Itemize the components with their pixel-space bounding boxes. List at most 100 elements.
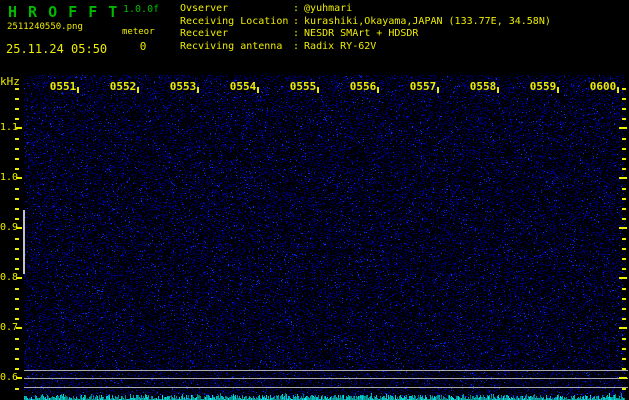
tick-mark	[15, 298, 19, 300]
tick-mark	[617, 87, 619, 93]
tick-mark	[15, 358, 19, 360]
tick-mark	[619, 177, 627, 179]
tick-mark	[137, 87, 139, 93]
tick-mark	[15, 238, 19, 240]
time-tick-label: 0552	[109, 80, 137, 93]
freq-major-tick	[16, 377, 22, 379]
freq-tick-label: 0.8	[0, 272, 16, 283]
tick-mark	[15, 338, 19, 340]
tick-mark	[622, 148, 626, 150]
observation-datetime: 25.11.24 05:50	[6, 42, 107, 56]
reference-line	[24, 387, 628, 388]
tick-mark	[15, 248, 19, 250]
app-version: 1.0.0f	[123, 4, 159, 15]
tick-mark	[15, 118, 19, 120]
tick-mark	[15, 168, 19, 170]
tick-mark	[622, 248, 626, 250]
info-value: @yuhmari	[304, 3, 352, 14]
info-row-antenna: Recviving antenna: Radix RY-62V	[180, 41, 376, 52]
tick-mark	[622, 348, 626, 350]
tick-mark	[619, 227, 627, 229]
frequency-axis-unit: kHz	[0, 75, 20, 88]
time-tick-label: 0600	[589, 80, 617, 93]
tick-mark	[15, 138, 19, 140]
freq-tick-label: 0.7	[0, 322, 16, 333]
time-tick-label: 0553	[169, 80, 197, 93]
tick-mark	[622, 88, 626, 90]
tick-mark	[622, 318, 626, 320]
tick-mark	[622, 238, 626, 240]
tick-mark	[619, 377, 627, 379]
tick-mark	[15, 368, 19, 370]
tick-mark	[622, 138, 626, 140]
tick-mark	[622, 118, 626, 120]
time-tick-label: 0557	[409, 80, 437, 93]
tick-mark	[622, 308, 626, 310]
tick-mark	[619, 277, 627, 279]
tick-mark	[257, 87, 259, 93]
tick-mark	[15, 158, 19, 160]
tick-mark	[15, 218, 19, 220]
tick-mark	[622, 258, 626, 260]
time-tick-label: 0551	[49, 80, 77, 93]
hrofft-screen: H R O F F T 1.0.0f 2511240550.png meteor…	[0, 0, 629, 400]
tick-mark	[15, 318, 19, 320]
tick-mark	[557, 87, 559, 93]
left-edge-marker-line	[23, 210, 25, 274]
tick-mark	[622, 288, 626, 290]
meteor-count-value: 0	[134, 40, 152, 53]
tick-mark	[622, 368, 626, 370]
reference-line	[24, 370, 628, 371]
info-value: Radix RY-62V	[304, 41, 376, 52]
time-tick-label: 0555	[289, 80, 317, 93]
info-label: Receiving Location	[180, 16, 293, 27]
tick-mark	[622, 218, 626, 220]
tick-mark	[619, 127, 627, 129]
freq-tick-label: 1.0	[0, 172, 16, 183]
tick-mark	[15, 268, 19, 270]
time-tick-label: 0558	[469, 80, 497, 93]
tick-mark	[622, 208, 626, 210]
info-separator: :	[293, 16, 299, 27]
info-separator: :	[293, 3, 299, 14]
tick-mark	[15, 348, 19, 350]
tick-mark	[622, 198, 626, 200]
info-label: Ovserver	[180, 3, 293, 14]
tick-mark	[15, 308, 19, 310]
info-separator: :	[293, 28, 299, 39]
tick-mark	[15, 98, 19, 100]
tick-mark	[437, 87, 439, 93]
freq-major-tick	[16, 327, 22, 329]
info-separator: :	[293, 41, 299, 52]
tick-mark	[317, 87, 319, 93]
tick-mark	[622, 98, 626, 100]
reference-line	[24, 378, 628, 379]
info-label: Receiver	[180, 28, 293, 39]
tick-mark	[15, 108, 19, 110]
tick-mark	[622, 338, 626, 340]
tick-mark	[622, 108, 626, 110]
tick-mark	[622, 268, 626, 270]
freq-major-tick	[16, 227, 22, 229]
info-row-observer: Ovserver: @yuhmari	[180, 3, 352, 14]
time-tick-label: 0559	[529, 80, 557, 93]
tick-mark	[15, 388, 19, 390]
tick-mark	[15, 288, 19, 290]
tick-mark	[15, 198, 19, 200]
tick-mark	[622, 158, 626, 160]
info-value: NESDR SMArt + HDSDR	[304, 28, 418, 39]
freq-major-tick	[16, 127, 22, 129]
tick-mark	[622, 298, 626, 300]
tick-mark	[619, 327, 627, 329]
tick-mark	[622, 358, 626, 360]
tick-mark	[77, 87, 79, 93]
tick-mark	[15, 258, 19, 260]
tick-mark	[622, 168, 626, 170]
tick-mark	[377, 87, 379, 93]
tick-mark	[622, 388, 626, 390]
freq-tick-label: 0.6	[0, 372, 16, 383]
freq-major-tick	[16, 277, 22, 279]
time-tick-label: 0554	[229, 80, 257, 93]
tick-mark	[197, 87, 199, 93]
output-filename: 2511240550.png	[7, 22, 83, 32]
